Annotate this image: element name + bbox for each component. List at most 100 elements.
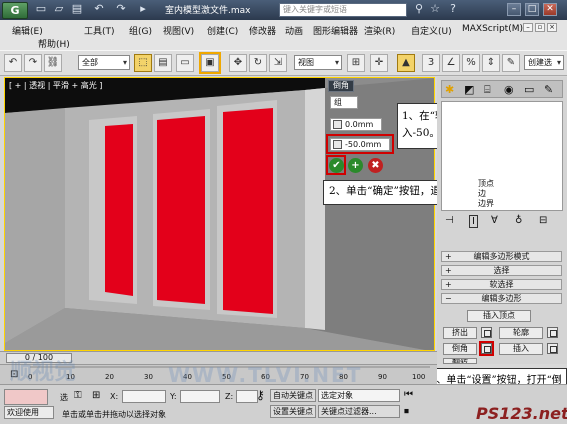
z-label: Z: — [225, 392, 234, 401]
menu-tools[interactable]: 工具(T) — [84, 24, 115, 37]
hierarchy-tab-icon[interactable]: ⌸ — [484, 83, 491, 97]
viewport-label[interactable]: [ + | 透视 | 平滑 + 高光 ] — [9, 80, 102, 91]
scale-icon[interactable]: ⇲ — [269, 54, 287, 72]
named-selection-dropdown[interactable]: 创建选 — [524, 55, 564, 70]
star-icon[interactable]: ☆ — [428, 2, 442, 16]
z-coordinate-field[interactable] — [236, 390, 258, 403]
selected-object-dropdown[interactable]: 选定对象 — [318, 389, 400, 402]
key-icon[interactable]: ⚷ — [256, 388, 265, 402]
snap-toggle-icon[interactable]: 3 — [422, 54, 440, 72]
go-to-start-icon[interactable]: ⏮ — [404, 389, 413, 400]
menu-rendering[interactable]: 渲染(R) — [364, 24, 395, 37]
doc-close-button[interactable]: × — [547, 23, 557, 32]
redo-tool-icon[interactable]: ↷ — [24, 54, 42, 72]
pivot-icon[interactable]: ⊞ — [347, 54, 365, 72]
help-icon[interactable]: ? — [446, 2, 460, 16]
create-tab-icon[interactable]: ✱ — [445, 83, 454, 96]
window-crossing-icon[interactable]: ▣ — [199, 52, 221, 74]
pin-stack-icon[interactable]: ⊣ — [445, 215, 454, 226]
app-logo[interactable]: G — [2, 2, 28, 19]
spinner-snap-icon[interactable]: ⇕ — [482, 54, 500, 72]
selection-filter-dropdown[interactable]: 全部 — [78, 55, 130, 70]
extrude-settings-icon[interactable] — [481, 327, 492, 338]
ok-button[interactable]: ✔ — [329, 158, 344, 173]
modify-tab-icon[interactable]: ◩ — [464, 83, 474, 96]
rect-region-icon[interactable]: ▭ — [176, 54, 194, 72]
caddy-outline-field[interactable]: -50.0mm — [330, 138, 390, 151]
make-unique-icon[interactable]: ∀ — [491, 215, 498, 226]
menu-graph-editors[interactable]: 图形编辑器 — [313, 24, 358, 37]
doc-minimize-button[interactable]: – — [523, 23, 533, 32]
reference-coord-dropdown[interactable]: 视图 — [294, 55, 342, 70]
selection-label: 选 — [60, 393, 68, 402]
move-icon[interactable]: ✥ — [229, 54, 247, 72]
outline-settings-icon[interactable] — [547, 327, 558, 338]
select-by-name-icon[interactable]: ▤ — [154, 54, 172, 72]
rollout-soft-selection[interactable]: + 软选择 — [441, 279, 562, 290]
undo-icon[interactable]: ↶ — [92, 2, 106, 16]
doc-restore-button[interactable]: ▫ — [535, 23, 545, 32]
minimize-button[interactable]: – — [507, 3, 521, 16]
show-end-result-icon[interactable]: Ⅰ — [469, 215, 478, 228]
insert-vertex-button[interactable]: 插入顶点 — [467, 310, 531, 322]
project-folder-icon[interactable]: ▸ — [136, 2, 150, 16]
keyboard-shortcut-icon[interactable]: ▲ — [397, 54, 415, 72]
outline-button[interactable]: 轮廓 — [499, 327, 543, 339]
motion-tab-icon[interactable]: ◉ — [504, 83, 514, 96]
inset-settings-icon[interactable] — [547, 343, 558, 354]
stack-item-border[interactable]: 边界 — [478, 198, 494, 209]
y-coordinate-field[interactable] — [180, 390, 220, 403]
absolute-mode-icon[interactable]: ⊞ — [92, 390, 100, 401]
key-filters-button[interactable]: 关键点过滤器... — [318, 405, 400, 418]
rollout-edit-poly-mode[interactable]: + 编辑多边形模式 — [441, 251, 562, 262]
binoculars-icon[interactable]: ⚲ — [412, 2, 426, 16]
menu-views[interactable]: 视图(V) — [163, 24, 194, 37]
lock-selection-icon[interactable]: ⚿ — [74, 390, 82, 401]
bevel-settings-icon[interactable] — [481, 343, 492, 354]
menu-edit[interactable]: 编辑(E) — [12, 24, 43, 37]
rollout-edit-polygons[interactable]: − 编辑多边形 — [441, 293, 562, 304]
extrude-button[interactable]: 挤出 — [443, 327, 477, 339]
open-icon[interactable]: ▱ — [52, 2, 66, 16]
menu-customize[interactable]: 自定义(U) — [411, 24, 452, 37]
modifier-stack[interactable]: 顶点 边 边界 — [441, 101, 563, 211]
menu-create[interactable]: 创建(C) — [207, 24, 238, 37]
rotate-icon[interactable]: ↻ — [249, 54, 267, 72]
caddy-mode-dropdown[interactable]: 组 — [330, 96, 358, 109]
menu-maxscript[interactable]: MAXScript(M) — [462, 24, 523, 34]
edit-named-selection-icon[interactable]: ✎ — [502, 54, 520, 72]
key-mode-icon[interactable]: ⏹ — [404, 406, 409, 417]
autokey-button[interactable]: 自动关键点 — [270, 389, 316, 402]
link-icon[interactable]: ⛓ — [44, 54, 62, 72]
remove-modifier-icon[interactable]: ♁ — [515, 215, 522, 226]
tick-label: 100 — [412, 373, 426, 381]
flip-button[interactable]: 翻转 — [443, 358, 477, 364]
utilities-tab-icon[interactable]: ✎ — [544, 83, 553, 96]
undo-tool-icon[interactable]: ↶ — [4, 54, 22, 72]
cancel-button[interactable]: ✖ — [368, 158, 383, 173]
maxscript-listener-field[interactable] — [4, 389, 48, 405]
save-icon[interactable]: ▤ — [70, 2, 84, 16]
maximize-button[interactable]: □ — [525, 3, 539, 16]
caddy-height-field[interactable]: 0.0mm — [330, 118, 382, 131]
percent-snap-icon[interactable]: % — [462, 54, 480, 72]
display-tab-icon[interactable]: ▭ — [524, 83, 534, 96]
set-key-button[interactable]: 设置关键点 — [270, 405, 316, 418]
manipulate-icon[interactable]: ✛ — [370, 54, 388, 72]
menu-modifiers[interactable]: 修改器 — [249, 24, 276, 37]
angle-snap-icon[interactable]: ∠ — [442, 54, 460, 72]
menu-group[interactable]: 组(G) — [129, 24, 152, 37]
menu-help[interactable]: 帮助(H) — [38, 37, 70, 50]
menu-animation[interactable]: 动画 — [285, 24, 303, 37]
apply-button[interactable]: + — [348, 158, 363, 173]
search-input[interactable]: 键入关键字或短语 — [279, 3, 407, 17]
bevel-button[interactable]: 倒角 — [443, 343, 477, 355]
inset-button[interactable]: 插入 — [499, 343, 543, 355]
redo-icon[interactable]: ↷ — [114, 2, 128, 16]
close-button[interactable]: ✕ — [543, 3, 557, 16]
rollout-selection[interactable]: + 选择 — [441, 265, 562, 276]
select-object-icon[interactable]: ⬚ — [134, 54, 152, 72]
x-coordinate-field[interactable] — [122, 390, 166, 403]
new-icon[interactable]: ▭ — [34, 2, 48, 16]
configure-sets-icon[interactable]: ⊟ — [539, 215, 547, 226]
